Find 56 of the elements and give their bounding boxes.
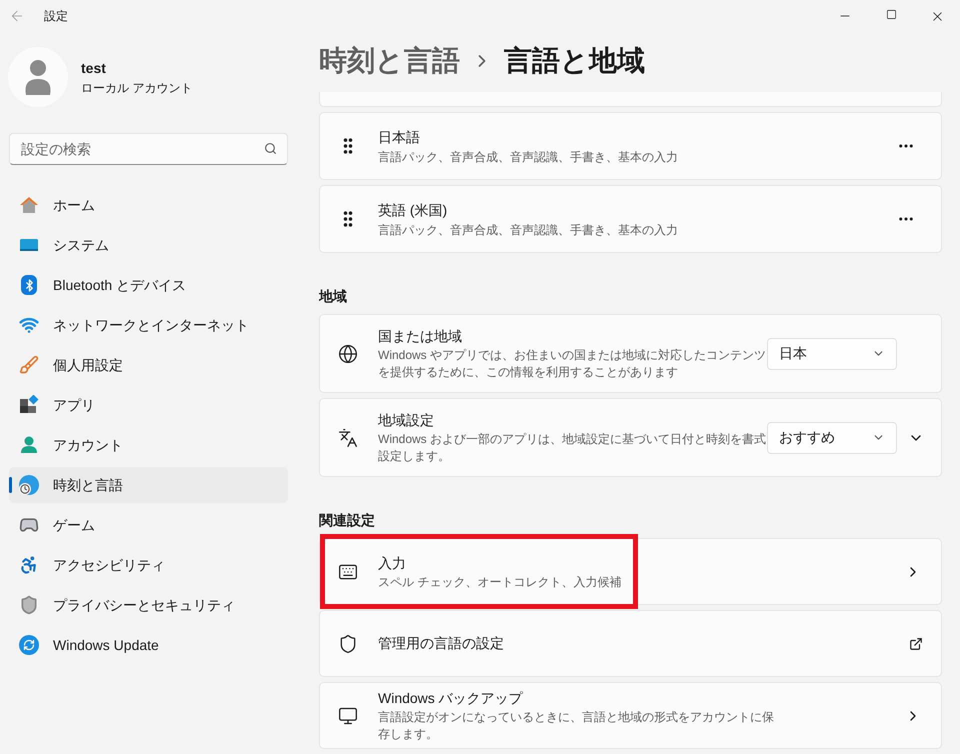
- nav-item[interactable]: システム: [9, 227, 288, 263]
- setting-description: スペル チェック、オートコレクト、入力候補: [378, 574, 622, 590]
- search-field[interactable]: 設定の検索: [9, 133, 288, 165]
- window-title: 設定: [44, 8, 68, 25]
- setting-description: Windows やアプリでは、お住まいの国または地域に対応したコンテンツを提供するために、この情報を利用することがあります: [378, 347, 767, 381]
- dropdown[interactable]: 日本: [767, 338, 897, 370]
- setting-title: 国または地域: [378, 327, 463, 346]
- selection-indicator: [9, 477, 12, 493]
- update-icon: [19, 635, 39, 655]
- wifi-icon: [19, 315, 39, 335]
- nav-item[interactable]: Windows Update: [9, 627, 288, 663]
- nav-item[interactable]: アカウント: [9, 427, 288, 463]
- person-icon: [19, 435, 39, 455]
- breadcrumb-parent[interactable]: 時刻と言語: [319, 40, 460, 82]
- profile-name: test: [81, 58, 107, 78]
- page-title: 言語と地域: [504, 44, 645, 78]
- settings-card[interactable]: 地域設定 Windows および一部のアプリは、地域設定に基づいて日付と時刻を書式設定します。 おすすめ: [319, 398, 942, 477]
- bluetooth-icon: [19, 275, 39, 295]
- language-icon: [338, 428, 358, 448]
- accessibility-icon: [19, 555, 39, 575]
- nav-item[interactable]: アプリ: [9, 387, 288, 423]
- nav-item[interactable]: Bluetooth とデバイス: [9, 267, 288, 303]
- language-features: 言語パック、音声合成、音声認識、手書き、基本の入力: [378, 148, 678, 166]
- language-features: 言語パック、音声合成、音声認識、手書き、基本の入力: [378, 222, 678, 238]
- brush-icon: [19, 355, 39, 375]
- setting-title: Windows バックアップ: [378, 689, 524, 708]
- settings-card[interactable]: 日本語 言語パック、音声合成、音声認識、手書き、基本の入力: [319, 112, 942, 180]
- nav-item[interactable]: ホーム: [9, 187, 288, 223]
- language-name: 日本語: [378, 128, 421, 146]
- nav-item[interactable]: アクセシビリティ: [9, 547, 288, 583]
- setting-description: 言語設定がオンになっているときに、言語と地域の形式をアカウントに保存します。: [378, 709, 775, 743]
- section-heading: 関連設定: [319, 511, 376, 529]
- house-icon: [19, 195, 39, 215]
- external-link-icon: [909, 636, 923, 650]
- keyboard-icon: [338, 562, 358, 582]
- setting-title: 入力: [378, 554, 407, 572]
- language-name: 英語 (米国): [378, 200, 448, 220]
- settings-card[interactable]: 国または地域 Windows やアプリでは、お住まいの国または地域に対応したコンテンツを提供するために、この情報を利用することがあります 日本: [319, 314, 942, 393]
- setting-title: 地域設定: [378, 411, 435, 430]
- nav-item[interactable]: ネットワークとインターネット: [9, 307, 288, 343]
- settings-card[interactable]: 管理用の言語の設定: [319, 610, 942, 677]
- settings-card[interactable]: 英語 (米国) 言語パック、音声合成、音声認識、手書き、基本の入力: [319, 185, 942, 253]
- setting-title: 管理用の言語の設定: [378, 634, 505, 653]
- nav-item[interactable]: ゲーム: [9, 507, 288, 543]
- apps-icon: [19, 395, 39, 415]
- settings-card[interactable]: Windows バックアップ 言語設定がオンになっているときに、言語と地域の形式をアカウントに保存します。: [319, 682, 942, 749]
- search-icon[interactable]: [264, 142, 277, 155]
- account-type: ローカル アカウント: [81, 80, 192, 96]
- nav-item[interactable]: プライバシーとセキュリティ: [9, 587, 288, 623]
- shield-icon: [19, 595, 39, 615]
- setting-description: Windows および一部のアプリは、地域設定に基づいて日付と時刻を書式設定します。: [378, 431, 767, 465]
- globe-icon: [338, 344, 358, 364]
- dropdown[interactable]: おすすめ: [767, 422, 897, 454]
- globe-clock-icon: [19, 475, 39, 495]
- nav-item[interactable]: 時刻と言語: [9, 467, 288, 503]
- nav-item[interactable]: 個人用設定: [9, 347, 288, 383]
